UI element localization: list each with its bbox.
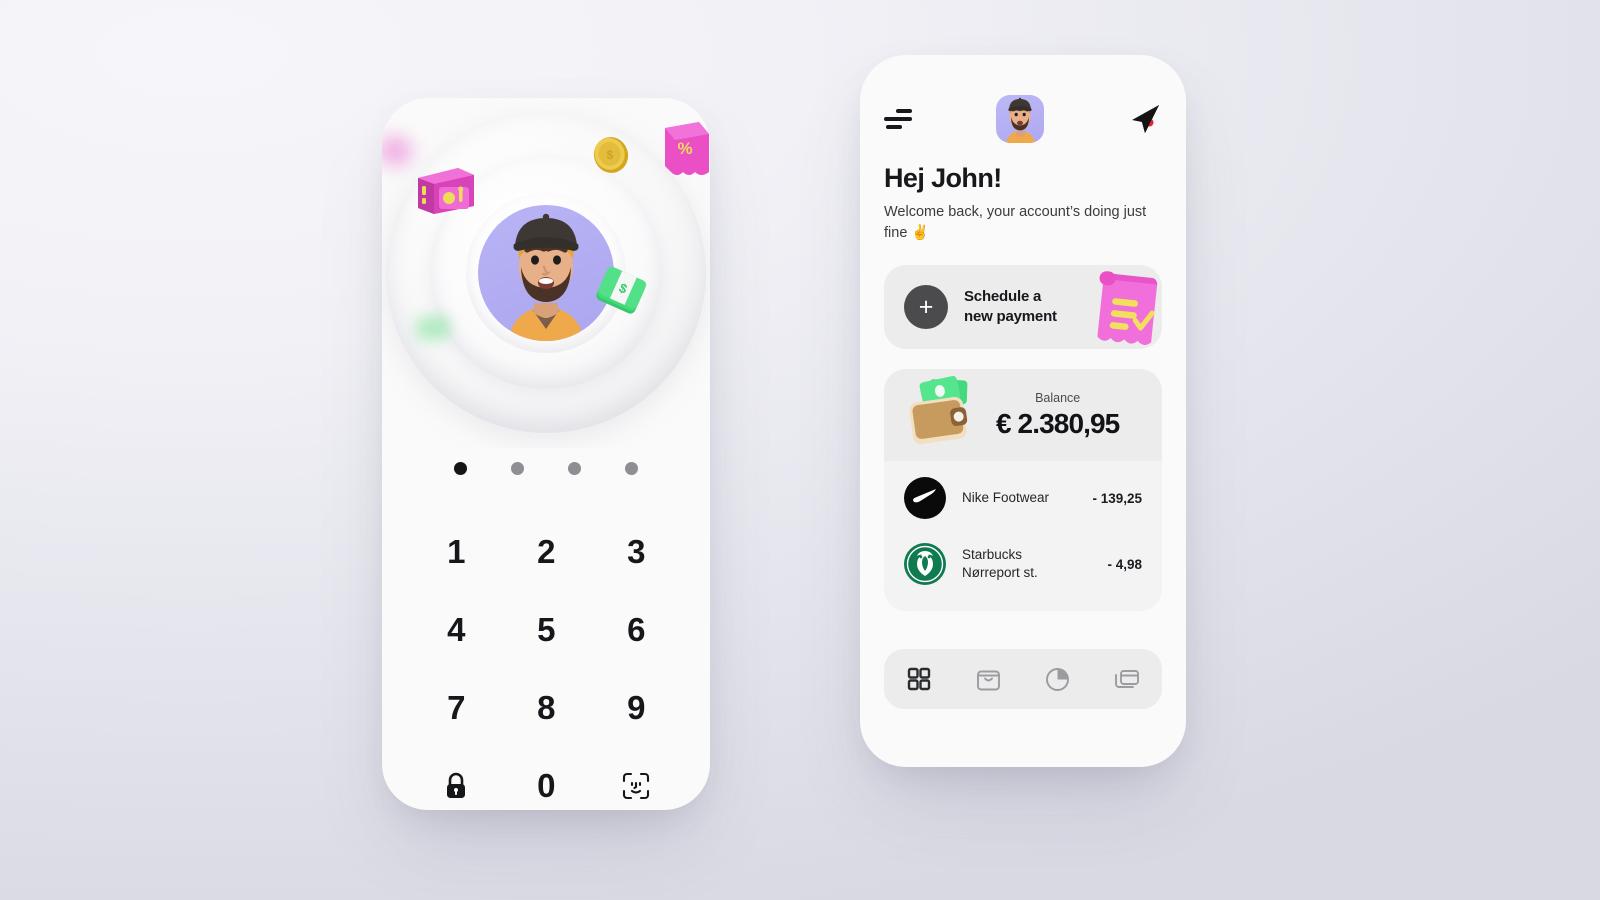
money-stack-3d-icon: $ [589, 262, 651, 329]
grid-dashboard-icon[interactable] [899, 659, 939, 699]
right-phone-dashboard: Hej John! Welcome back, your account’s d… [860, 55, 1186, 767]
greeting-block: Hej John! Welcome back, your account’s d… [884, 163, 1162, 243]
starbucks-logo [904, 543, 946, 586]
pin-keypad: 1 2 3 4 5 6 7 8 9 0 [411, 531, 681, 807]
balance-label: Balance [1035, 390, 1081, 405]
pink-receipt-icon [1078, 265, 1162, 349]
pager-dots[interactable] [382, 462, 710, 475]
balance-text-block: Balance € 2.380,95 [996, 390, 1120, 440]
page-title: Hej John! [884, 163, 1002, 193]
pager-dot-1[interactable] [454, 462, 467, 475]
transaction-amount-starbucks: - 4,98 [1107, 556, 1142, 572]
hamburger-menu-icon[interactable] [884, 109, 912, 129]
percent-tag-3d-icon: % [655, 120, 710, 189]
user-avatar[interactable] [996, 95, 1044, 143]
svg-text:%: % [677, 139, 692, 158]
safe-3d-icon [412, 162, 478, 223]
keypad-key-7[interactable]: 7 [411, 687, 501, 729]
keypad-key-2[interactable]: 2 [501, 531, 591, 573]
transaction-name-nike: Nike Footwear [962, 489, 1092, 507]
hero-illustration: $ $ % [382, 98, 710, 448]
transaction-row-starbucks[interactable]: Starbucks Nørreport st. - 4,98 [884, 531, 1162, 597]
keypad-key-6[interactable]: 6 [591, 609, 681, 651]
transaction-row-nike[interactable]: Nike Footwear - 139,25 [884, 465, 1162, 531]
blur-pink-blob [382, 136, 412, 166]
keypad-key-9[interactable]: 9 [591, 687, 681, 729]
send-plane-icon[interactable] [1128, 102, 1162, 136]
merchant-name: Nike Footwear [962, 490, 1050, 506]
transaction-amount-nike: - 139,25 [1092, 490, 1142, 506]
keypad-key-4[interactable]: 4 [411, 609, 501, 651]
transaction-name-starbucks: Starbucks Nørreport st. [962, 546, 1107, 582]
top-bar [884, 95, 1162, 143]
cards-icon[interactable] [1107, 659, 1147, 699]
blur-green-blob [416, 316, 450, 340]
keypad-key-5[interactable]: 5 [501, 609, 591, 651]
transaction-list: Nike Footwear - 139,25 Starbucks Nørrepo… [884, 461, 1162, 612]
schedule-payment-label: Schedule a new payment [964, 287, 1057, 328]
keypad-key-0[interactable]: 0 [501, 765, 591, 807]
pager-dot-3[interactable] [568, 462, 581, 475]
merchant-name: Starbucks [962, 547, 1023, 563]
pager-dot-2[interactable] [511, 462, 524, 475]
wallet-icon [902, 375, 980, 456]
keypad-key-8[interactable]: 8 [501, 687, 591, 729]
lock-icon[interactable] [411, 765, 501, 807]
shopping-bag-icon[interactable] [968, 659, 1008, 699]
schedule-payment-card[interactable]: + Schedule a new payment [884, 265, 1162, 350]
merchant-location: Nørreport st. [962, 565, 1038, 581]
nike-logo [904, 477, 946, 520]
left-phone-lockscreen: $ $ % 1 2 3 4 5 6 7 8 9 0 [382, 98, 710, 810]
keypad-key-3[interactable]: 3 [591, 531, 681, 573]
add-payment-button[interactable]: + [904, 285, 948, 330]
bottom-navigation [884, 649, 1162, 709]
gold-coin-3d-icon: $ [591, 135, 631, 180]
pager-dot-4[interactable] [625, 462, 638, 475]
pie-chart-icon[interactable] [1038, 659, 1078, 699]
balance-amount: € 2.380,95 [996, 407, 1120, 439]
balance-header: Balance € 2.380,95 [884, 369, 1162, 461]
balance-card: Balance € 2.380,95 Nike Footwear - 139,2… [884, 369, 1162, 612]
face-id-icon[interactable] [591, 765, 681, 807]
schedule-line-2: new payment [964, 308, 1057, 326]
schedule-line-1: Schedule a [964, 287, 1042, 305]
greeting-subtitle: Welcome back, your account’s doing just … [884, 204, 1147, 241]
svg-text:$: $ [607, 148, 614, 162]
keypad-key-1[interactable]: 1 [411, 531, 501, 573]
